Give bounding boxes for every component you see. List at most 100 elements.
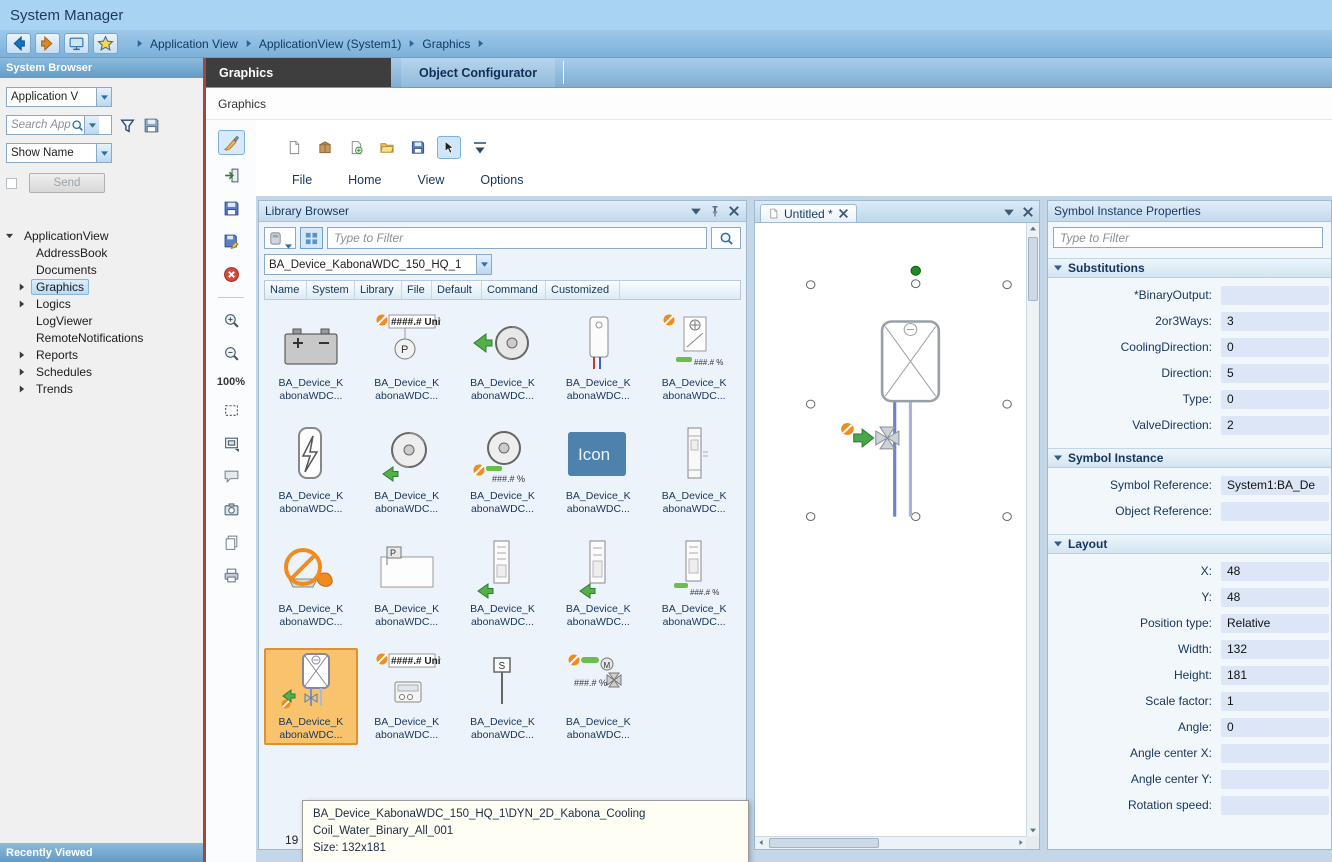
grid-view-button[interactable] [300,227,323,249]
library-item[interactable]: IconBA_Device_KabonaWDC... [551,422,645,519]
snapshot-icon[interactable] [218,497,245,522]
properties-filter-input[interactable] [1053,227,1323,248]
save-icon[interactable] [218,196,245,221]
scroll-down-icon[interactable] [1027,825,1038,836]
property-value[interactable]: 181 [1221,666,1329,685]
library-package-icon[interactable] [313,136,337,159]
display-selector-dropdown[interactable]: Show Name [6,143,112,163]
save-icon[interactable] [406,136,430,159]
property-value[interactable] [1221,770,1329,789]
breadcrumb-item[interactable]: ApplicationView (System1) [259,37,402,51]
library-item[interactable]: BA_Device_KabonaWDC... [264,535,358,632]
close-icon[interactable] [838,208,849,219]
property-value[interactable]: System1:BA_De [1221,476,1329,495]
vertical-scrollbar[interactable] [1026,223,1039,836]
scrollbar-thumb[interactable] [1028,237,1038,301]
library-select-dropdown[interactable]: BA_Device_KabonaWDC_150_HQ_1 [264,254,492,275]
property-value[interactable] [1221,744,1329,763]
scroll-up-icon[interactable] [1027,223,1038,234]
section-header-substitutions[interactable]: Substitutions [1048,258,1331,278]
canvas-symbol[interactable] [755,223,1026,836]
search-input[interactable] [7,116,71,134]
tree-item-logviewer[interactable]: LogViewer [0,312,203,329]
open-folder-icon[interactable] [375,136,399,159]
new-document-icon[interactable] [282,136,306,159]
pin-icon[interactable] [709,205,721,217]
property-value[interactable]: 1 [1221,692,1329,711]
filter-icon[interactable] [119,117,136,134]
rotation-handle[interactable] [911,266,920,275]
print-icon[interactable] [218,563,245,588]
export-icon[interactable] [218,163,245,188]
library-item[interactable]: BA_Device_KabonaWDC... [551,535,645,632]
property-value[interactable]: 132 [1221,640,1329,659]
column-name[interactable]: Name [265,281,307,299]
property-value[interactable]: Relative [1221,614,1329,633]
send-checkbox[interactable] [6,178,17,189]
scroll-right-icon[interactable] [1015,837,1026,848]
tree-item-remotenotifications[interactable]: RemoteNotifications [0,329,203,346]
library-search-button[interactable] [711,227,741,249]
library-source-button[interactable] [264,227,296,249]
tree-item-reports[interactable]: Reports [0,346,203,363]
section-header-symbol-instance[interactable]: Symbol Instance [1048,448,1331,468]
menu-options[interactable]: Options [480,173,523,187]
property-value[interactable]: 0 [1221,390,1329,409]
expand-icon[interactable] [18,367,31,376]
library-item[interactable]: BA_Device_KabonaWDC... [264,309,358,406]
chevron-down-icon[interactable] [96,144,111,162]
library-item[interactable]: M###.# %BA_Device_KabonaWDC... [551,648,645,745]
chevron-down-icon[interactable] [476,255,491,274]
brush-icon[interactable] [218,130,245,155]
scrollbar-thumb[interactable] [769,838,879,848]
close-icon[interactable] [728,205,740,217]
library-item[interactable]: ###.# %BA_Device_KabonaWDC... [647,309,741,406]
column-customized[interactable]: Customized [546,281,620,299]
chevron-down-icon[interactable] [84,116,99,134]
column-file[interactable]: File [402,281,432,299]
back-button[interactable] [6,33,31,54]
tree-root-applicationview[interactable]: ApplicationView [0,227,203,244]
expand-icon[interactable] [18,299,31,308]
tab-graphics[interactable]: Graphics [206,58,391,87]
property-value[interactable]: 48 [1221,588,1329,607]
canvas-tab-untitled[interactable]: Untitled * [760,204,857,223]
library-filter-input[interactable] [327,227,707,249]
property-value[interactable] [1221,286,1329,305]
library-item[interactable]: BA_Device_KabonaWDC... [551,309,645,406]
scroll-left-icon[interactable] [755,837,766,848]
property-value[interactable] [1221,502,1329,521]
expand-icon[interactable] [18,384,31,393]
breadcrumb-item[interactable]: Graphics [422,37,470,51]
library-item[interactable]: BA_Device_KabonaWDC... [264,648,358,745]
library-item[interactable]: BA_Device_KabonaWDC... [456,535,550,632]
delete-icon[interactable] [218,262,245,287]
property-value[interactable]: 5 [1221,364,1329,383]
library-item[interactable]: ####.# UnitBA_Device_KabonaWDC... [360,648,454,745]
property-value[interactable]: 3 [1221,312,1329,331]
column-command[interactable]: Command [482,281,546,299]
new-from-template-icon[interactable] [344,136,368,159]
search-combo[interactable] [6,115,112,135]
tree-item-addressbook[interactable]: AddressBook [0,244,203,261]
library-item[interactable]: PBA_Device_KabonaWDC... [360,535,454,632]
tab-object-configurator[interactable]: Object Configurator [401,58,555,87]
toolbar-options-icon[interactable] [468,136,492,159]
recently-viewed-bar[interactable]: Recently Viewed [0,843,203,862]
section-header-layout[interactable]: Layout [1048,534,1331,554]
pointer-icon[interactable] [437,136,461,159]
column-system[interactable]: System [307,281,355,299]
library-item[interactable]: BA_Device_KabonaWDC... [456,309,550,406]
favorites-button[interactable] [93,33,118,54]
drawing-canvas[interactable] [754,222,1040,850]
column-library[interactable]: Library [355,281,402,299]
library-item[interactable]: SBA_Device_KabonaWDC... [456,648,550,745]
library-item[interactable]: BA_Device_KabonaWDC... [360,422,454,519]
chevron-down-icon[interactable] [96,88,111,106]
search-icon[interactable] [71,119,84,132]
property-value[interactable]: 2 [1221,416,1329,435]
horizontal-scrollbar[interactable] [755,836,1026,849]
marquee-select-icon[interactable] [218,398,245,423]
fit-view-icon[interactable] [218,431,245,456]
collapse-icon[interactable] [6,231,19,240]
